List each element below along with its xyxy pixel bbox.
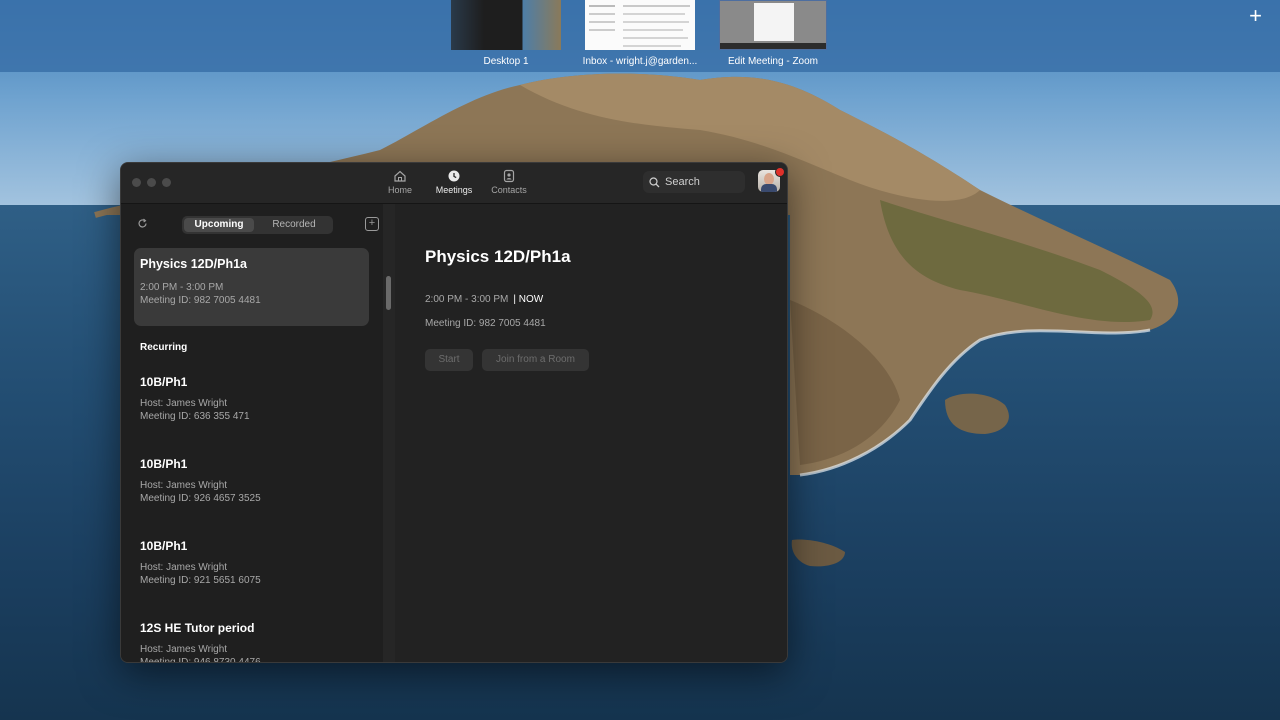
search-icon bbox=[649, 177, 660, 188]
space-thumbnail-edit-meeting[interactable] bbox=[719, 0, 827, 50]
sidebar-scrollbar[interactable] bbox=[386, 276, 391, 310]
clock-icon bbox=[448, 170, 460, 182]
zoom-window-button[interactable] bbox=[162, 178, 171, 187]
join-from-room-button[interactable]: Join from a Room bbox=[482, 349, 589, 371]
mission-control-bar: Desktop 1 Inbox - wright.j@garden... Edi… bbox=[0, 0, 1280, 72]
notification-badge bbox=[775, 167, 785, 177]
sidebar-scrollbar-track bbox=[383, 204, 395, 662]
refresh-icon[interactable] bbox=[137, 218, 148, 229]
meeting-id: Meeting ID: 921 5651 6075 bbox=[140, 575, 261, 586]
home-icon bbox=[394, 170, 406, 182]
inbox-preview-lines bbox=[589, 5, 690, 47]
meetings-sidebar: Upcoming Recorded + Physics 12D/Ph1a 2:0… bbox=[121, 204, 383, 663]
recurring-header: Recurring bbox=[140, 342, 188, 353]
detail-time: 2:00 PM - 3:00 PM bbox=[425, 294, 509, 305]
meeting-title: 10B/Ph1 bbox=[140, 539, 188, 553]
detail-title: Physics 12D/Ph1a bbox=[425, 247, 571, 266]
tab-upcoming[interactable]: Upcoming bbox=[184, 218, 254, 232]
meeting-title: Physics 12D/Ph1a bbox=[140, 257, 248, 271]
space-label: Desktop 1 bbox=[483, 56, 529, 67]
meeting-host: Host: James Wright bbox=[140, 644, 228, 655]
nav-home-label: Home bbox=[387, 185, 412, 195]
nav-meetings[interactable]: Meetings bbox=[428, 169, 480, 195]
meeting-id: Meeting ID: 926 4657 3525 bbox=[140, 493, 261, 504]
selected-meeting-card[interactable]: Physics 12D/Ph1a 2:00 PM - 3:00 PM Meeti… bbox=[134, 248, 369, 326]
contacts-icon bbox=[503, 169, 515, 183]
nav-contacts-label: Contacts bbox=[491, 185, 527, 195]
list-item[interactable]: 10B/Ph1 Host: James Wright Meeting ID: 9… bbox=[140, 539, 370, 586]
meeting-tabs: Upcoming Recorded bbox=[182, 216, 333, 234]
meeting-id: Meeting ID: 982 7005 4481 bbox=[140, 295, 261, 306]
meeting-host: Host: James Wright bbox=[140, 480, 228, 491]
space-label: Inbox - wright.j@garden... bbox=[582, 56, 698, 67]
meeting-id: Meeting ID: 946 8730 4476 bbox=[140, 657, 261, 663]
window-preview-bar bbox=[720, 43, 826, 49]
meeting-title: 10B/Ph1 bbox=[140, 457, 188, 471]
list-item[interactable]: 10B/Ph1 Host: James Wright Meeting ID: 9… bbox=[140, 457, 370, 504]
meeting-time: 2:00 PM - 3:00 PM bbox=[140, 282, 224, 293]
space-label: Edit Meeting - Zoom bbox=[727, 56, 819, 67]
tab-recorded[interactable]: Recorded bbox=[258, 218, 330, 232]
nav-home[interactable]: Home bbox=[374, 169, 426, 195]
detail-time-row: 2:00 PM - 3:00 PM | NOW bbox=[425, 294, 543, 305]
detail-meeting-id: Meeting ID: 982 7005 4481 bbox=[425, 318, 546, 329]
meeting-host: Host: James Wright bbox=[140, 398, 228, 409]
space-thumbnail-desktop[interactable] bbox=[451, 0, 561, 50]
list-item[interactable]: 12S HE Tutor period Host: James Wright M… bbox=[140, 621, 370, 663]
close-window-button[interactable] bbox=[132, 178, 141, 187]
avatar-shoulders bbox=[761, 184, 777, 192]
search-placeholder: Search bbox=[665, 176, 700, 188]
now-indicator: | NOW bbox=[513, 294, 544, 305]
space-thumbnail-inbox[interactable] bbox=[585, 0, 695, 50]
zoom-window: Home Meetings Contacts Search Upcoming R… bbox=[120, 162, 788, 663]
meeting-title: 12S HE Tutor period bbox=[140, 621, 255, 635]
title-bar: Home Meetings Contacts Search bbox=[121, 163, 787, 204]
add-meeting-button[interactable]: + bbox=[365, 217, 379, 231]
minimize-window-button[interactable] bbox=[147, 178, 156, 187]
nav-meetings-label: Meetings bbox=[435, 185, 473, 195]
search-input[interactable]: Search bbox=[643, 171, 745, 193]
document-preview bbox=[754, 3, 794, 41]
meeting-detail-pane: Physics 12D/Ph1a 2:00 PM - 3:00 PM | NOW … bbox=[395, 204, 787, 662]
list-item[interactable]: 10B/Ph1 Host: James Wright Meeting ID: 6… bbox=[140, 375, 370, 422]
add-space-button[interactable]: + bbox=[1249, 5, 1262, 27]
meeting-title: 10B/Ph1 bbox=[140, 375, 188, 389]
nav-contacts[interactable]: Contacts bbox=[483, 169, 535, 195]
start-button[interactable]: Start bbox=[425, 349, 473, 371]
meeting-id: Meeting ID: 636 355 471 bbox=[140, 411, 250, 422]
meeting-host: Host: James Wright bbox=[140, 562, 228, 573]
